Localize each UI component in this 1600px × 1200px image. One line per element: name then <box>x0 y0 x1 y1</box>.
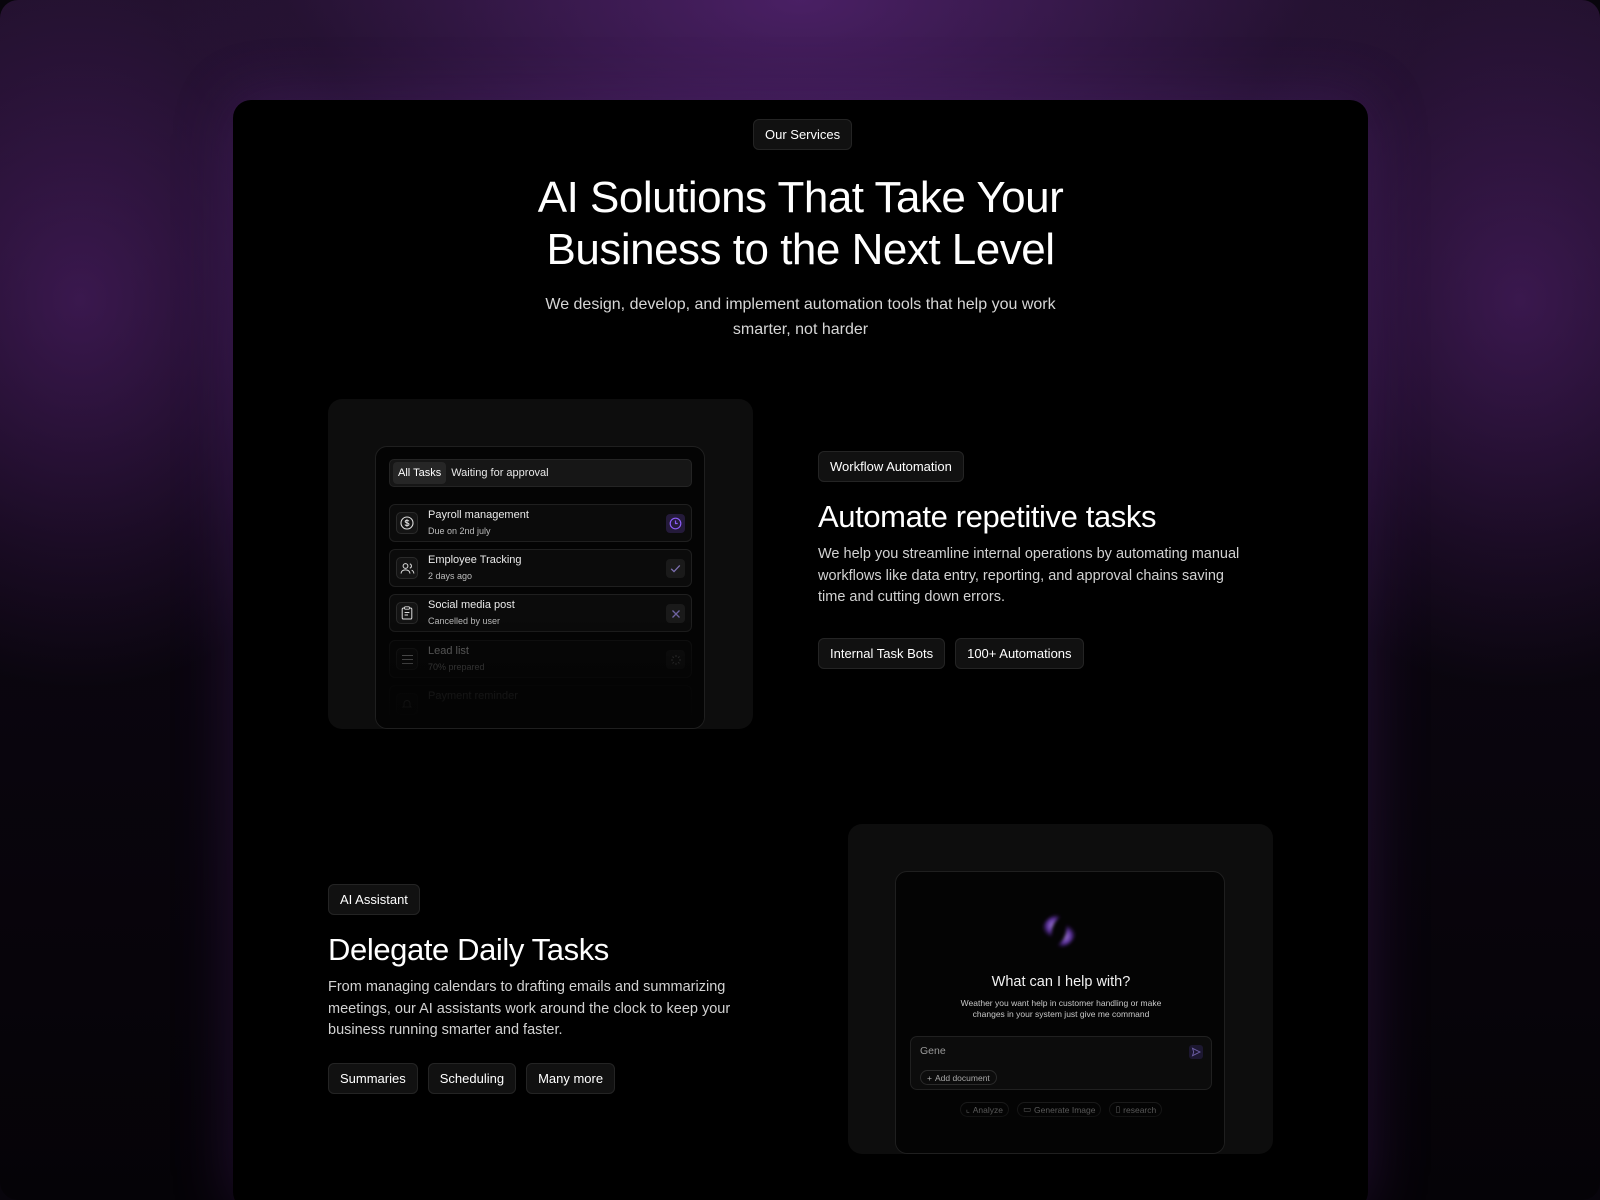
assistant-badge: AI Assistant <box>328 884 420 915</box>
task-meta: Cancelled by user <box>428 616 501 626</box>
analyze-button[interactable]: ⌞ Analyze <box>959 1102 1009 1117</box>
title-line-1: AI Solutions That Take Your <box>537 173 1064 222</box>
workflow-badge: Workflow Automation <box>818 451 964 482</box>
task-meta: Due on 2nd july <box>428 526 491 536</box>
assistant-preview-card: What can I help with? Weather you want h… <box>848 824 1273 1154</box>
users-icon <box>396 557 418 579</box>
task-row[interactable]: Payroll management Due on 2nd july <box>389 504 692 542</box>
check-icon <box>666 559 685 578</box>
assistant-tags: Summaries Scheduling Many more <box>328 1063 616 1094</box>
plus-icon: + <box>927 1072 932 1083</box>
tab-waiting-approval[interactable]: Waiting for approval <box>446 462 553 484</box>
tag-internal-task-bots[interactable]: Internal Task Bots <box>818 638 946 669</box>
task-row[interactable]: Lead list 70% prepared <box>389 640 692 678</box>
workflow-preview-card: All Tasks Waiting for approval Payroll m… <box>328 399 753 729</box>
page-subtitle: We design, develop, and implement automa… <box>545 296 1056 338</box>
x-icon <box>666 604 685 623</box>
task-tabs: All Tasks Waiting for approval <box>389 459 692 487</box>
assistant-title: Delegate Daily Tasks <box>328 932 609 967</box>
image-icon: ▭ <box>1023 1104 1032 1114</box>
research-button[interactable]: ▯ research <box>1109 1102 1163 1117</box>
generate-image-label: Generate Image <box>1034 1104 1096 1115</box>
task-row[interactable]: Employee Tracking 2 days ago <box>389 549 692 587</box>
spinner-icon <box>666 650 685 669</box>
workflow-tags: Internal Task Bots 100+ Automations <box>818 638 1084 669</box>
document-icon: ▯ <box>1115 1104 1121 1114</box>
chart-icon: ⌞ <box>965 1104 970 1114</box>
services-badge: Our Services <box>753 119 853 150</box>
chat-heading: What can I help with? <box>991 974 1131 990</box>
add-document-button[interactable]: + Add document <box>920 1070 997 1085</box>
send-icon[interactable] <box>1189 1045 1203 1059</box>
research-label: research <box>1123 1104 1157 1115</box>
tag-scheduling[interactable]: Scheduling <box>427 1063 517 1094</box>
tag-summaries[interactable]: Summaries <box>328 1063 418 1094</box>
clock-icon <box>666 514 685 533</box>
task-title: Payment reminder <box>428 690 518 702</box>
clipboard-icon <box>396 602 418 624</box>
page-title: AI Solutions That Take Your Business to … <box>233 172 1368 276</box>
quick-actions: ⌞ Analyze ▭ Generate Image ▯ research <box>896 1102 1224 1117</box>
list-icon <box>396 648 418 670</box>
chat-subtext: Weather you want help in customer handli… <box>960 998 1162 1019</box>
tab-all-tasks[interactable]: All Tasks <box>393 462 447 484</box>
generate-image-button[interactable]: ▭ Generate Image <box>1017 1102 1102 1117</box>
tag-automations[interactable]: 100+ Automations <box>955 638 1084 669</box>
analyze-label: Analyze <box>972 1104 1003 1115</box>
services-panel: Our Services AI Solutions That Take Your… <box>233 100 1368 1200</box>
tag-many-more[interactable]: Many more <box>526 1063 616 1094</box>
task-row[interactable]: Payment reminder <box>389 685 692 723</box>
task-row[interactable]: Social media post Cancelled by user <box>389 594 692 632</box>
chat-window: What can I help with? Weather you want h… <box>895 871 1225 1154</box>
chat-input-value: Gene <box>920 1045 946 1057</box>
dollar-icon <box>396 512 418 534</box>
title-line-2: Business to the Next Level <box>546 225 1055 274</box>
add-document-label: Add document <box>934 1072 990 1083</box>
task-list-window: All Tasks Waiting for approval Payroll m… <box>375 446 705 729</box>
assistant-description: From managing calendars to drafting emai… <box>328 979 731 1038</box>
task-meta: 70% prepared <box>428 662 485 672</box>
task-title: Payroll management <box>428 509 529 521</box>
task-meta: 2 days ago <box>428 571 473 581</box>
task-title: Lead list <box>428 645 469 657</box>
task-title: Social media post <box>428 599 515 611</box>
bell-icon <box>396 693 418 715</box>
workflow-description: We help you streamline internal operatio… <box>818 546 1240 605</box>
task-title: Employee Tracking <box>428 554 522 566</box>
ai-orb-icon <box>1041 913 1077 949</box>
chat-input[interactable]: Gene + Add document <box>910 1036 1212 1090</box>
workflow-title: Automate repetitive tasks <box>818 499 1157 534</box>
